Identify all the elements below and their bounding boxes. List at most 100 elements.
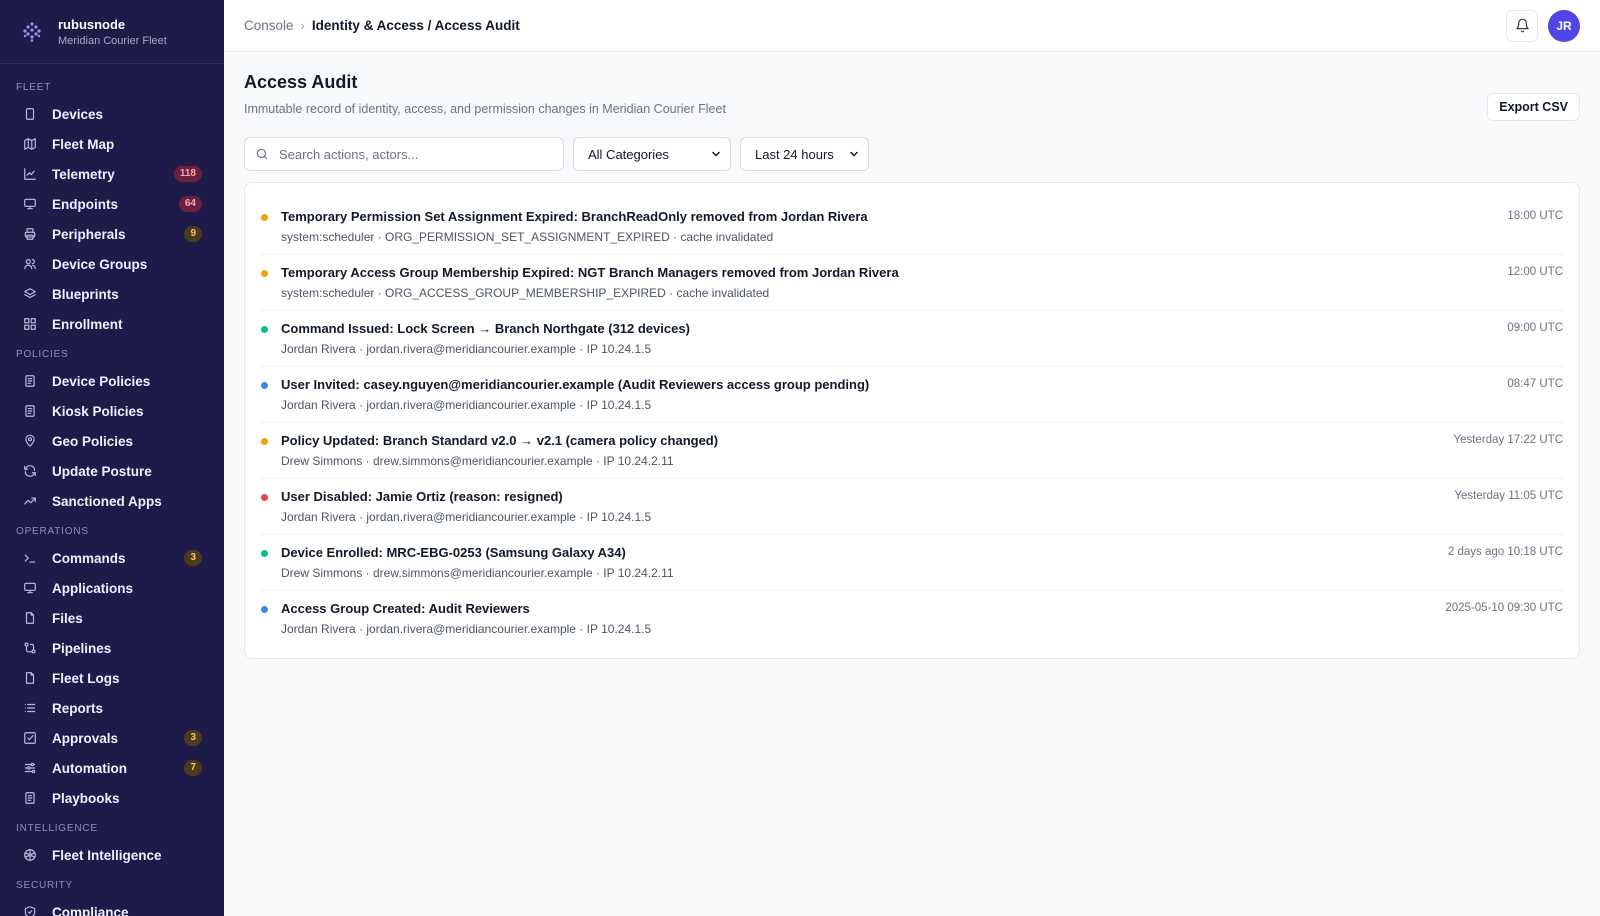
file-icon <box>22 670 38 686</box>
sidebar-item-telemetry[interactable]: Telemetry 118 <box>0 159 224 189</box>
audit-event-row[interactable]: Policy Updated: Branch Standard v2.0 → v… <box>261 423 1563 479</box>
audit-event-title: User Invited: casey.nguyen@meridiancouri… <box>281 377 870 392</box>
nav-section-security: Security <box>16 880 73 891</box>
sidebar-item-compliance[interactable]: Compliance <box>0 897 224 916</box>
audit-event-row[interactable]: Temporary Access Group Membership Expire… <box>261 255 1563 311</box>
sidebar-item-label: Endpoints <box>52 196 118 212</box>
notifications-button[interactable] <box>1506 9 1538 42</box>
audit-event-body: User Invited: casey.nguyen@meridiancouri… <box>281 377 1507 412</box>
search-icon <box>255 147 269 161</box>
breadcrumb-root[interactable]: Console <box>244 18 294 33</box>
sidebar-item-peripherals[interactable]: Peripherals 9 <box>0 219 224 249</box>
chevron-down-icon <box>710 148 722 160</box>
audit-event-timestamp: 2025-05-10 09:30 UTC <box>1445 602 1563 614</box>
page-subtitle: Immutable record of identity, access, an… <box>244 102 726 116</box>
breadcrumb: Console › Identity & Access / Access Aud… <box>244 18 520 33</box>
sidebar-item-label: Kiosk Policies <box>52 403 144 419</box>
sidebar-item-label: Fleet Intelligence <box>52 847 162 863</box>
sidebar-item-endpoints[interactable]: Endpoints 64 <box>0 189 224 219</box>
count-badge: 3 <box>184 550 202 566</box>
sidebar-item-label: Enrollment <box>52 316 123 332</box>
sidebar-item-applications[interactable]: Applications <box>0 573 224 603</box>
audit-event-timestamp: Yesterday 11:05 UTC <box>1454 490 1563 502</box>
audit-event-meta: Jordan Rivera · jordan.rivera@meridianco… <box>281 622 652 636</box>
audit-event-title: Temporary Permission Set Assignment Expi… <box>281 209 868 224</box>
sidebar-item-label: Automation <box>52 760 127 776</box>
status-dot <box>261 326 268 333</box>
sidebar-item-sanctioned-apps[interactable]: Sanctioned Apps <box>0 486 224 516</box>
search-input[interactable] <box>279 146 553 162</box>
sidebar-item-enrollment[interactable]: Enrollment <box>0 309 224 339</box>
sidebar-item-approvals[interactable]: Approvals 3 <box>0 723 224 753</box>
sidebar-item-update-posture[interactable]: Update Posture <box>0 456 224 486</box>
monitor-icon <box>22 580 38 596</box>
audit-event-body: Access Group Created: Audit Reviewers Jor… <box>281 601 1445 636</box>
sidebar-item-devices[interactable]: Devices <box>0 99 224 129</box>
document-icon <box>22 373 38 389</box>
sidebar-item-label: Files <box>52 610 83 626</box>
audit-event-timestamp: 09:00 UTC <box>1507 322 1563 334</box>
users-icon <box>22 256 38 272</box>
sidebar-item-pipelines[interactable]: Pipelines <box>0 633 224 663</box>
sidebar-item-label: Pipelines <box>52 640 112 656</box>
sidebar: rubusnode Meridian Courier Fleet Fleet De… <box>0 0 224 916</box>
audit-event-meta: Drew Simmons · drew.simmons@meridiancour… <box>281 566 674 580</box>
count-badge: 118 <box>173 166 202 182</box>
atom-icon <box>22 847 38 863</box>
status-dot <box>261 438 268 445</box>
logo-icon <box>23 21 41 42</box>
sidebar-nav: Fleet Devices Fleet Map Telemetry 118 Endpoin… <box>0 64 224 916</box>
sidebar-item-kiosk-policies[interactable]: Kiosk Policies <box>0 396 224 426</box>
count-badge: 7 <box>184 760 202 776</box>
brand-subtitle: Meridian Courier Fleet <box>58 34 167 47</box>
sidebar-item-fleet-logs[interactable]: Fleet Logs <box>0 663 224 693</box>
audit-event-meta: Jordan Rivera · jordan.rivera@meridianco… <box>281 342 652 356</box>
sidebar-item-label: Compliance <box>52 904 129 916</box>
audit-event-timestamp: 12:00 UTC <box>1507 266 1563 278</box>
audit-event-timestamp: 18:00 UTC <box>1507 210 1563 222</box>
audit-event-title: Temporary Access Group Membership Expire… <box>281 265 899 280</box>
sidebar-item-automation[interactable]: Automation 7 <box>0 753 224 783</box>
document-icon <box>22 790 38 806</box>
sidebar-item-blueprints[interactable]: Blueprints <box>0 279 224 309</box>
category-select-value: All Categories <box>588 146 669 162</box>
sidebar-item-label: Device Groups <box>52 256 148 272</box>
audit-event-row[interactable]: Temporary Permission Set Assignment Expi… <box>261 199 1563 255</box>
audit-event-timestamp: Yesterday 17:22 UTC <box>1453 434 1563 446</box>
audit-event-row[interactable]: Access Group Created: Audit Reviewers Jor… <box>261 591 1563 646</box>
avatar[interactable]: JR <box>1548 9 1580 42</box>
list-icon <box>22 700 38 716</box>
export-csv-button[interactable]: Export CSV <box>1487 93 1580 121</box>
map-icon <box>22 136 38 152</box>
sidebar-item-label: Device Policies <box>52 373 151 389</box>
audit-event-row[interactable]: User Disabled: Jamie Ortiz (reason: resi… <box>261 479 1563 535</box>
sidebar-item-device-groups[interactable]: Device Groups <box>0 249 224 279</box>
audit-event-meta: system:scheduler · ORG_PERMISSION_SET_AS… <box>281 230 774 244</box>
sidebar-item-device-policies[interactable]: Device Policies <box>0 366 224 396</box>
sidebar-item-fleet-intelligence[interactable]: Fleet Intelligence <box>0 840 224 870</box>
count-badge: 64 <box>178 196 202 212</box>
sidebar-item-files[interactable]: Files <box>0 603 224 633</box>
file-icon <box>22 610 38 626</box>
audit-event-title: Command Issued: Lock Screen → Branch Nor… <box>281 321 690 336</box>
sidebar-item-fleet-map[interactable]: Fleet Map <box>0 129 224 159</box>
nav-section-intelligence: Intelligence <box>16 823 98 834</box>
brand[interactable]: rubusnode Meridian Courier Fleet <box>0 0 224 64</box>
audit-event-row[interactable]: Device Enrolled: MRC-EBG-0253 (Samsung G… <box>261 535 1563 591</box>
sidebar-item-playbooks[interactable]: Playbooks <box>0 783 224 813</box>
audit-event-row[interactable]: Command Issued: Lock Screen → Branch Nor… <box>261 311 1563 367</box>
search-box[interactable] <box>244 137 564 171</box>
audit-event-title: Device Enrolled: MRC-EBG-0253 (Samsung G… <box>281 545 626 560</box>
audit-event-body: Policy Updated: Branch Standard v2.0 → v… <box>281 433 1453 468</box>
time-range-select[interactable]: Last 24 hours <box>740 137 869 171</box>
count-badge: 3 <box>184 730 202 746</box>
page-title: Access Audit <box>244 72 358 92</box>
status-dot <box>261 270 268 277</box>
audit-event-body: Command Issued: Lock Screen → Branch Nor… <box>281 321 1507 356</box>
sidebar-item-geo-policies[interactable]: Geo Policies <box>0 426 224 456</box>
audit-event-row[interactable]: User Invited: casey.nguyen@meridiancouri… <box>261 367 1563 423</box>
sidebar-item-label: Peripherals <box>52 226 126 242</box>
sidebar-item-reports[interactable]: Reports <box>0 693 224 723</box>
sidebar-item-commands[interactable]: Commands 3 <box>0 543 224 573</box>
category-select[interactable]: All Categories <box>573 137 731 171</box>
